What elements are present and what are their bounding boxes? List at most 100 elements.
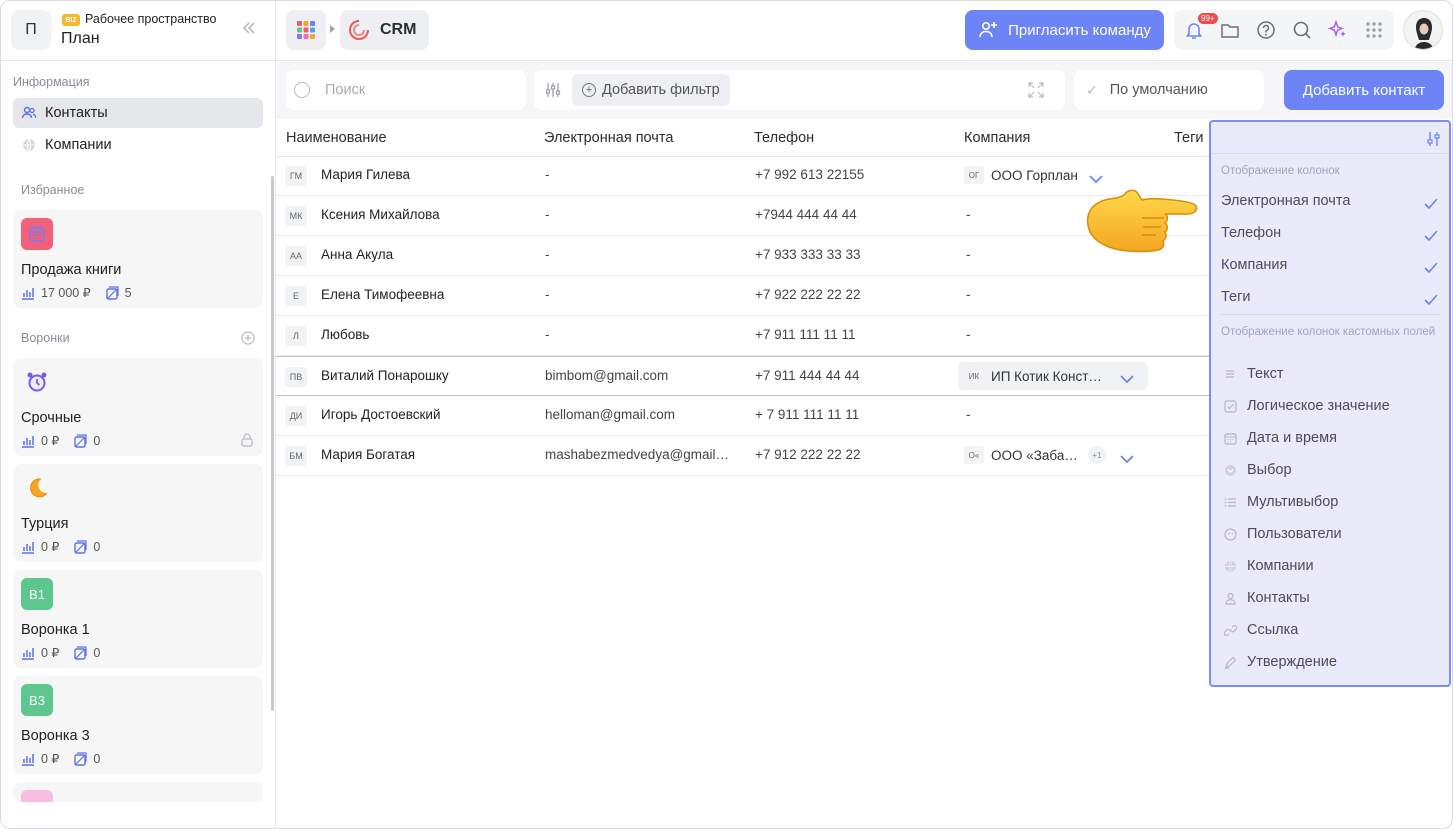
custom-column-select[interactable]: Выбор <box>1223 462 1292 478</box>
view-select[interactable]: ✓ По умолчанию <box>1074 70 1264 110</box>
column-toggle-company[interactable]: Компания <box>1221 257 1441 273</box>
column-header-name[interactable]: Наименование <box>286 130 387 146</box>
column-toggle-phone[interactable]: Телефон <box>1221 225 1441 241</box>
contact-email: - <box>545 287 550 302</box>
contact-email: - <box>545 167 550 182</box>
column-header-tags[interactable]: Теги <box>1174 130 1204 146</box>
custom-column-label: Контакты <box>1247 590 1310 606</box>
add-filter-label: Добавить фильтр <box>602 82 720 98</box>
crm-logo-icon <box>349 20 369 40</box>
company-empty: - <box>966 327 971 342</box>
custom-column-text[interactable]: Текст <box>1223 366 1284 382</box>
table-row[interactable]: ПВ Виталий Понарошку bimbom@gmail.com +7… <box>276 356 1211 396</box>
contact-email: bimbom@gmail.com <box>545 368 669 383</box>
add-funnel-icon[interactable] <box>241 331 255 345</box>
alarm-clock-icon <box>21 366 53 398</box>
card-count: 0 <box>93 433 101 448</box>
contact-name[interactable]: Анна Акула <box>321 247 393 262</box>
favorite-card[interactable]: Продажа книги 17 000 ₽ 5 <box>13 210 263 308</box>
table-row[interactable]: ГМ Мария Гилева - +7 992 613 22155 ОГ ОО… <box>276 156 1211 196</box>
expand-icon[interactable] <box>1027 81 1045 99</box>
column-toggle-tags[interactable]: Теги <box>1221 289 1441 305</box>
custom-column-boolean[interactable]: Логическое значение <box>1223 398 1390 414</box>
workspace-header[interactable]: П BIZ Рабочее пространство План <box>1 1 276 61</box>
chevron-down-icon[interactable] <box>1089 171 1103 184</box>
funnel-card[interactable]: Срочные 0 ₽ 0 <box>13 358 263 456</box>
top-bar: CRM Пригласить команду 99+ <box>276 1 1452 61</box>
apps-grid-button[interactable] <box>286 10 326 50</box>
custom-column-multiselect[interactable]: Мультивыбор <box>1223 494 1338 510</box>
check-icon: ✓ <box>1086 81 1098 98</box>
custom-column-companies[interactable]: Компании <box>1223 558 1314 574</box>
contact-phone: +7 911 444 44 44 <box>755 368 860 383</box>
sidebar-item-contacts[interactable]: Контакты <box>13 98 263 128</box>
funnel-card[interactable]: В1 Воронка 1 0 ₽ 0 <box>13 570 263 668</box>
card-stats: 17 000 ₽ 5 <box>21 285 146 300</box>
contact-name[interactable]: Любовь <box>321 327 369 342</box>
add-filter-button[interactable]: + Добавить фильтр <box>572 74 730 106</box>
workspace-avatar[interactable]: П <box>11 10 51 50</box>
custom-column-link[interactable]: Ссылка <box>1223 622 1298 638</box>
deals-icon <box>73 751 87 766</box>
column-header-email[interactable]: Электронная почта <box>544 130 673 146</box>
collapse-sidebar-icon[interactable] <box>240 19 258 41</box>
contact-name[interactable]: Виталий Понарошку <box>321 368 449 383</box>
card-title: Срочные <box>21 410 82 426</box>
chevron-down-icon[interactable] <box>1120 451 1134 464</box>
help-icon[interactable] <box>1256 20 1276 40</box>
favorites-section-label: Избранное <box>21 183 85 197</box>
user-avatar[interactable] <box>1403 10 1443 50</box>
table-row[interactable]: АА Анна Акула - +7 933 333 33 33 - <box>276 236 1211 276</box>
table-row[interactable]: БМ Мария Богатая mashabezmedvedya@gmail…… <box>276 436 1211 476</box>
invite-team-button[interactable]: Пригласить команду <box>965 10 1164 50</box>
breadcrumb-crm[interactable]: CRM <box>340 10 429 50</box>
column-toggle-email[interactable]: Электронная почта <box>1221 193 1441 209</box>
contact-initials: МК <box>285 206 307 226</box>
list-icon <box>1223 495 1237 509</box>
custom-column-contacts[interactable]: Контакты <box>1223 590 1310 606</box>
contact-initials: ДИ <box>285 406 307 426</box>
company-name: ООО Горплан <box>991 167 1078 183</box>
grid-icon[interactable] <box>1364 20 1384 40</box>
sidebar-item-companies[interactable]: Компании <box>13 130 263 160</box>
custom-column-label: Текст <box>1247 366 1284 382</box>
contact-name[interactable]: Игорь Достоевский <box>321 407 441 422</box>
tune-icon[interactable] <box>1427 131 1441 147</box>
column-header-company[interactable]: Компания <box>964 130 1030 146</box>
company-cell[interactable]: ОГ ООО Горплан <box>958 161 1148 189</box>
table-row[interactable]: Л Любовь - +7 911 111 11 11 - <box>276 316 1211 356</box>
funnel-card[interactable]: Турция 0 ₽ 0 <box>13 464 263 562</box>
select-icon <box>1223 463 1237 477</box>
card-amount: 0 ₽ <box>41 434 60 448</box>
extra-companies-badge[interactable]: +1 <box>1087 446 1106 464</box>
add-contact-button[interactable]: Добавить контакт <box>1284 70 1444 110</box>
filter-settings-icon[interactable] <box>544 81 562 99</box>
custom-column-users[interactable]: Пользователи <box>1223 526 1342 542</box>
custom-column-label: Пользователи <box>1247 526 1342 542</box>
search-icon[interactable] <box>1292 20 1312 40</box>
column-label: Теги <box>1221 289 1251 305</box>
table-row[interactable]: МК Ксения Михайлова - +7944 444 44 44 - <box>276 196 1211 236</box>
column-header-phone[interactable]: Телефон <box>754 130 814 146</box>
table-row[interactable]: ДИ Игорь Достоевский helloman@gmail.com … <box>276 396 1211 436</box>
contact-name[interactable]: Мария Богатая <box>321 447 415 462</box>
funnel-card[interactable]: В3 Воронка 3 0 ₽ 0 <box>13 676 263 774</box>
sparkles-icon[interactable] <box>1328 19 1348 40</box>
workspace-name: План <box>61 30 100 47</box>
chevron-down-icon[interactable] <box>1120 371 1134 384</box>
table-row[interactable]: Е Елена Тимофеевна - +7 922 222 22 22 - <box>276 276 1211 316</box>
custom-column-label: Ссылка <box>1247 622 1299 638</box>
filter-box[interactable]: + Добавить фильтр <box>534 70 1065 110</box>
crm-label: CRM <box>380 21 417 38</box>
folder-icon[interactable] <box>1220 20 1240 40</box>
contact-name[interactable]: Ксения Михайлова <box>321 207 440 222</box>
custom-column-datetime[interactable]: Дата и время <box>1223 430 1337 446</box>
text-lines-icon <box>1223 367 1237 381</box>
custom-column-label: Дата и время <box>1247 430 1337 446</box>
sidebar-scrollbar[interactable] <box>271 176 274 711</box>
search-input[interactable]: Поиск <box>286 70 526 110</box>
contact-name[interactable]: Елена Тимофеевна <box>321 287 444 302</box>
contact-name[interactable]: Мария Гилева <box>321 167 410 182</box>
custom-column-approval[interactable]: Утверждение <box>1223 654 1337 670</box>
funnel-card[interactable] <box>13 782 263 802</box>
